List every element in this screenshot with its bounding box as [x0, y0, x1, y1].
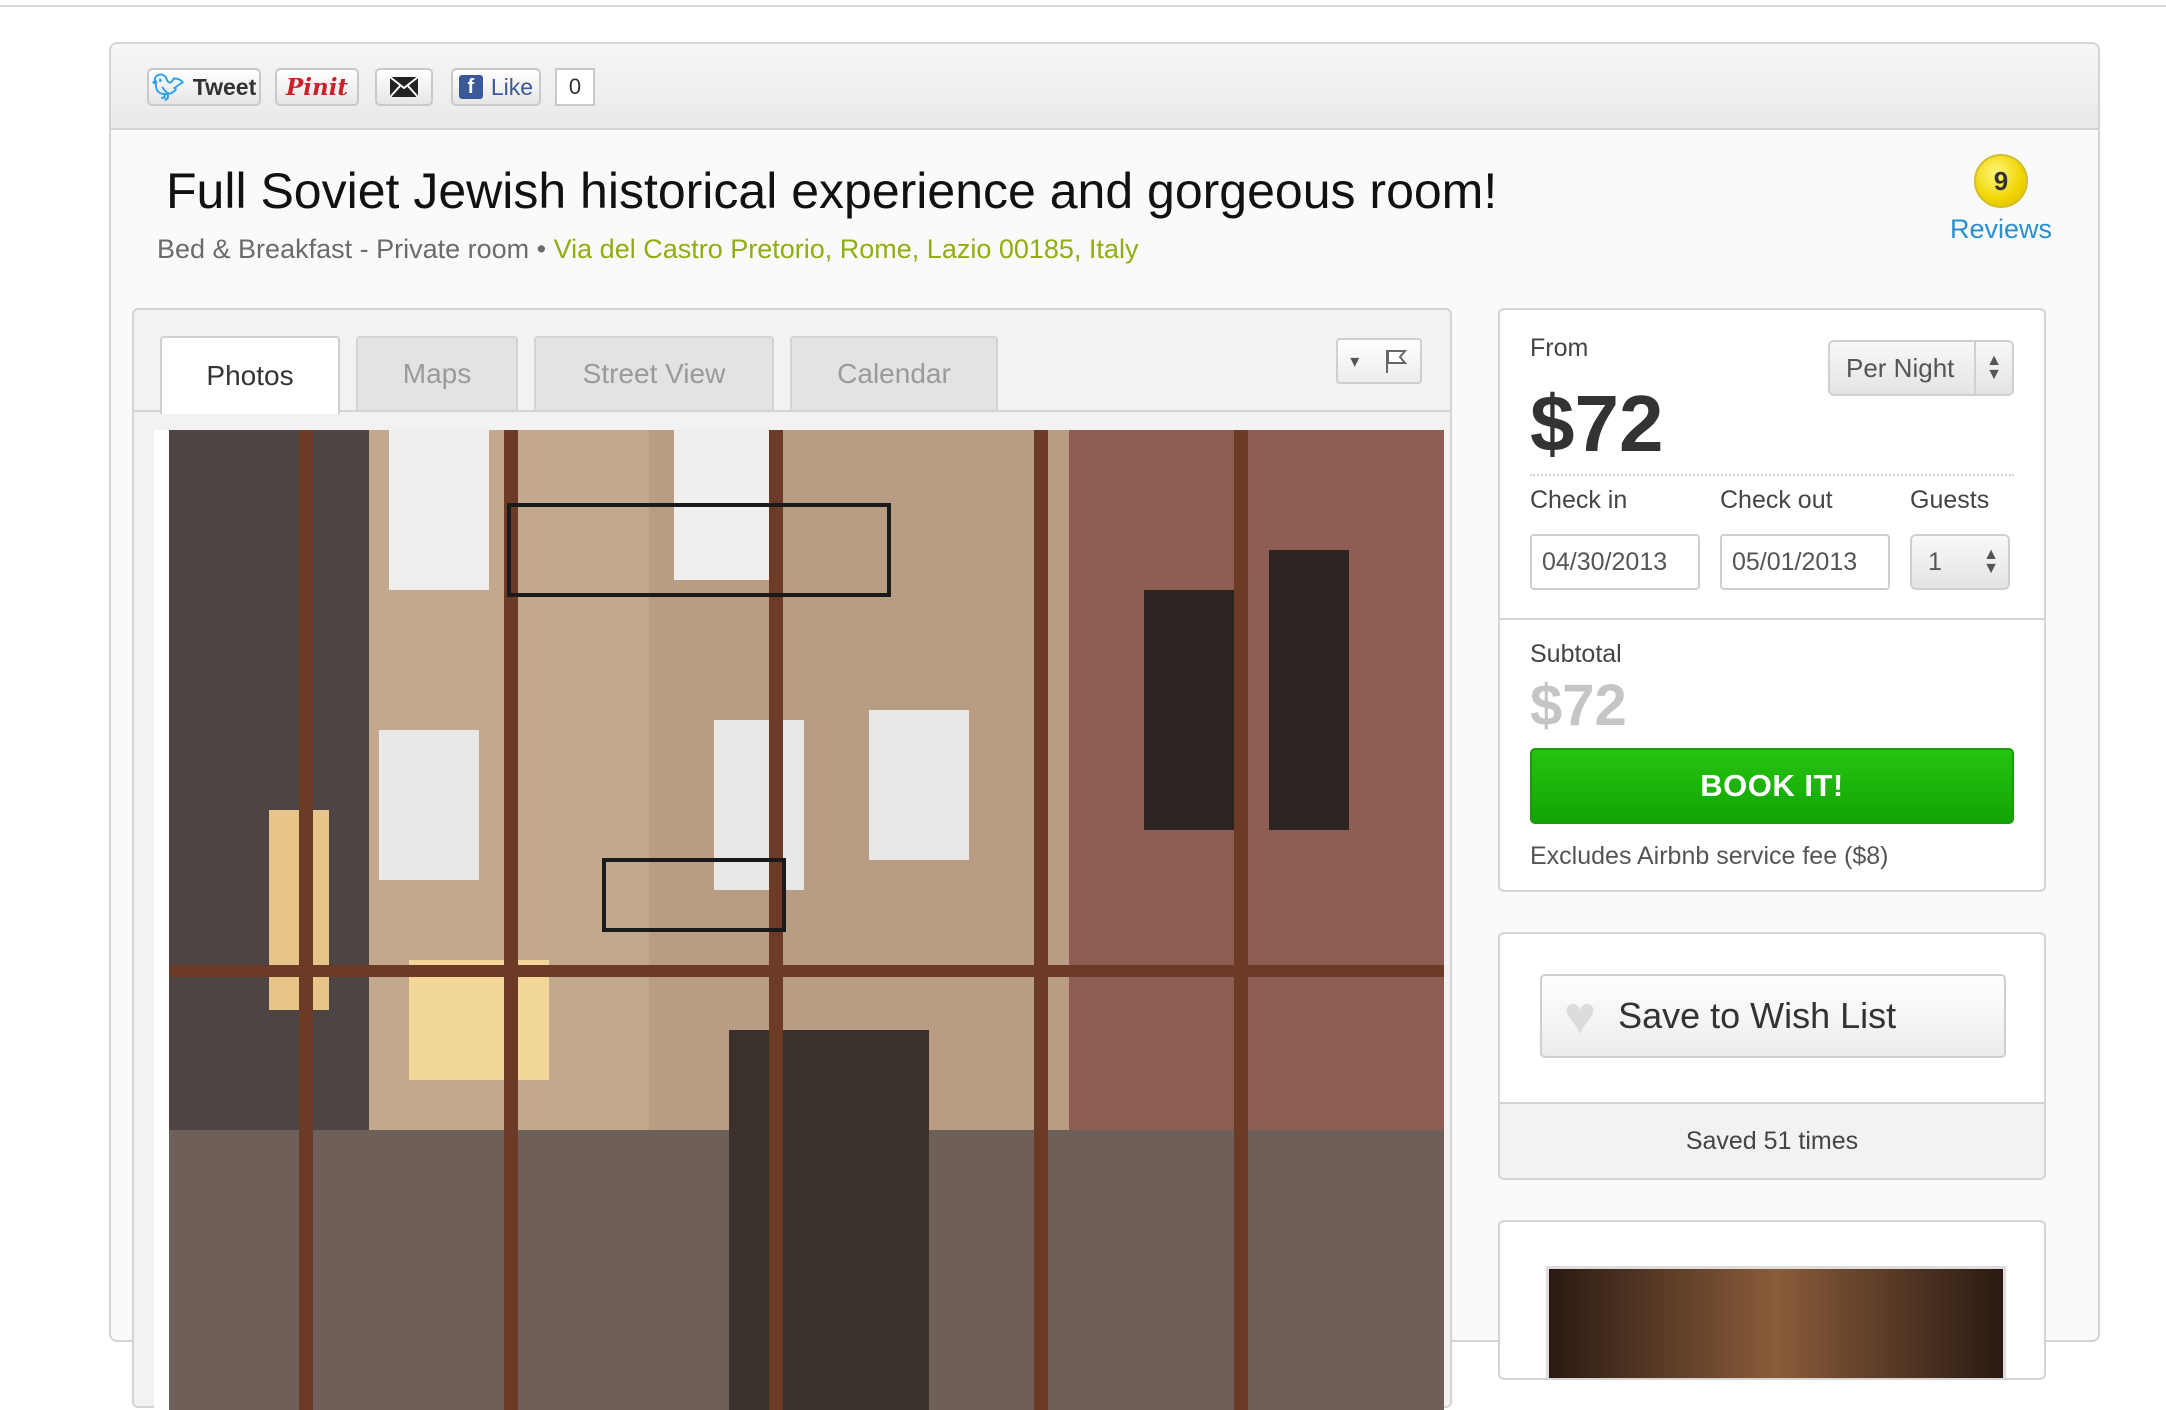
checkin-input[interactable] — [1530, 534, 1700, 590]
wishlist-panel: ♥ Save to Wish List Saved 51 times — [1498, 932, 2046, 1180]
checkout-label: Check out — [1720, 486, 1833, 514]
from-label: From — [1530, 334, 1589, 362]
saved-count: Saved 51 times — [1500, 1102, 2044, 1178]
like-count: 0 — [555, 68, 595, 106]
reviews-count-badge: 9 — [1974, 154, 2028, 208]
tab-calendar[interactable]: Calendar — [790, 336, 998, 410]
listing-title: Full Soviet Jewish historical experience… — [166, 163, 1498, 219]
address-link[interactable]: Via del Castro Pretorio, Rome, Lazio 001… — [554, 234, 1139, 264]
facebook-like-button[interactable]: f Like — [451, 68, 541, 106]
tweet-button[interactable]: 🐦︎ Tweet — [147, 68, 261, 106]
guests-select[interactable]: 1 ▲ ▼ — [1910, 534, 2010, 590]
flag-listing-button[interactable]: ▾ — [1336, 338, 1422, 384]
tab-photos[interactable]: Photos — [160, 336, 340, 414]
save-to-wishlist-button[interactable]: ♥ Save to Wish List — [1540, 974, 2006, 1058]
pinit-label: Pinit — [285, 73, 349, 101]
booking-panel: From $72 Per Night ▲ ▼ Check in Check out… — [1498, 308, 2046, 892]
separator: • — [536, 234, 547, 264]
host-photo[interactable] — [1546, 1266, 2006, 1378]
like-label: Like — [490, 73, 534, 100]
service-fee-note: Excludes Airbnb service fee ($8) — [1530, 842, 1889, 870]
listing-photo[interactable] — [169, 430, 1444, 1410]
nightly-price: $72 — [1530, 379, 1664, 468]
heart-icon: ♥ — [1564, 986, 1597, 1046]
price-period-value: Per Night — [1846, 352, 1955, 383]
facebook-icon: f — [458, 75, 483, 99]
select-arrows-icon: ▲ ▼ — [1974, 342, 2012, 394]
tab-street-view[interactable]: Street View — [534, 336, 774, 410]
tweet-label: Tweet — [192, 73, 257, 100]
select-arrows-icon: ▲ ▼ — [1983, 546, 1999, 577]
price-divider — [1530, 474, 2014, 476]
email-share-button[interactable] — [375, 68, 433, 106]
price-period-select[interactable]: Per Night ▲ ▼ — [1828, 340, 2014, 396]
book-it-button[interactable]: BOOK IT! — [1530, 748, 2014, 824]
tab-maps[interactable]: Maps — [356, 336, 518, 410]
media-tabs: Photos Maps Street View Calendar ▾ — [134, 310, 1450, 414]
listing-card: 🐦︎ Tweet Pinit f Like 0 Full Soviet Jewi… — [109, 42, 2100, 1410]
wishlist-button-label: Save to Wish List — [1618, 995, 1897, 1036]
checkout-input[interactable] — [1720, 534, 1890, 590]
twitter-bird-icon: 🐦︎ — [151, 71, 185, 102]
subtotal-divider — [1500, 618, 2044, 620]
room-type: Bed & Breakfast - Private room — [157, 234, 530, 264]
guests-value: 1 — [1928, 547, 1942, 576]
guests-label: Guests — [1910, 486, 1990, 514]
subtotal-label: Subtotal — [1530, 640, 1622, 668]
host-panel — [1498, 1220, 2046, 1380]
reviews-widget[interactable]: 9 Reviews — [1931, 154, 2071, 245]
flag-icon — [1385, 350, 1407, 373]
subtotal-value: $72 — [1530, 673, 1627, 738]
media-panel: Photos Maps Street View Calendar ▾ — [132, 308, 1452, 1410]
window-top-border — [0, 0, 2166, 7]
photo-frame — [154, 430, 1444, 1410]
envelope-icon — [389, 76, 419, 98]
share-bar: 🐦︎ Tweet Pinit f Like 0 — [111, 44, 2098, 130]
pinit-button[interactable]: Pinit — [275, 68, 359, 106]
caret-down-icon: ▾ — [1350, 350, 1360, 371]
reviews-link[interactable]: Reviews — [1931, 214, 2071, 245]
checkin-label: Check in — [1530, 486, 1628, 514]
listing-subtitle: Bed & Breakfast - Private room • Via del… — [157, 234, 1138, 265]
